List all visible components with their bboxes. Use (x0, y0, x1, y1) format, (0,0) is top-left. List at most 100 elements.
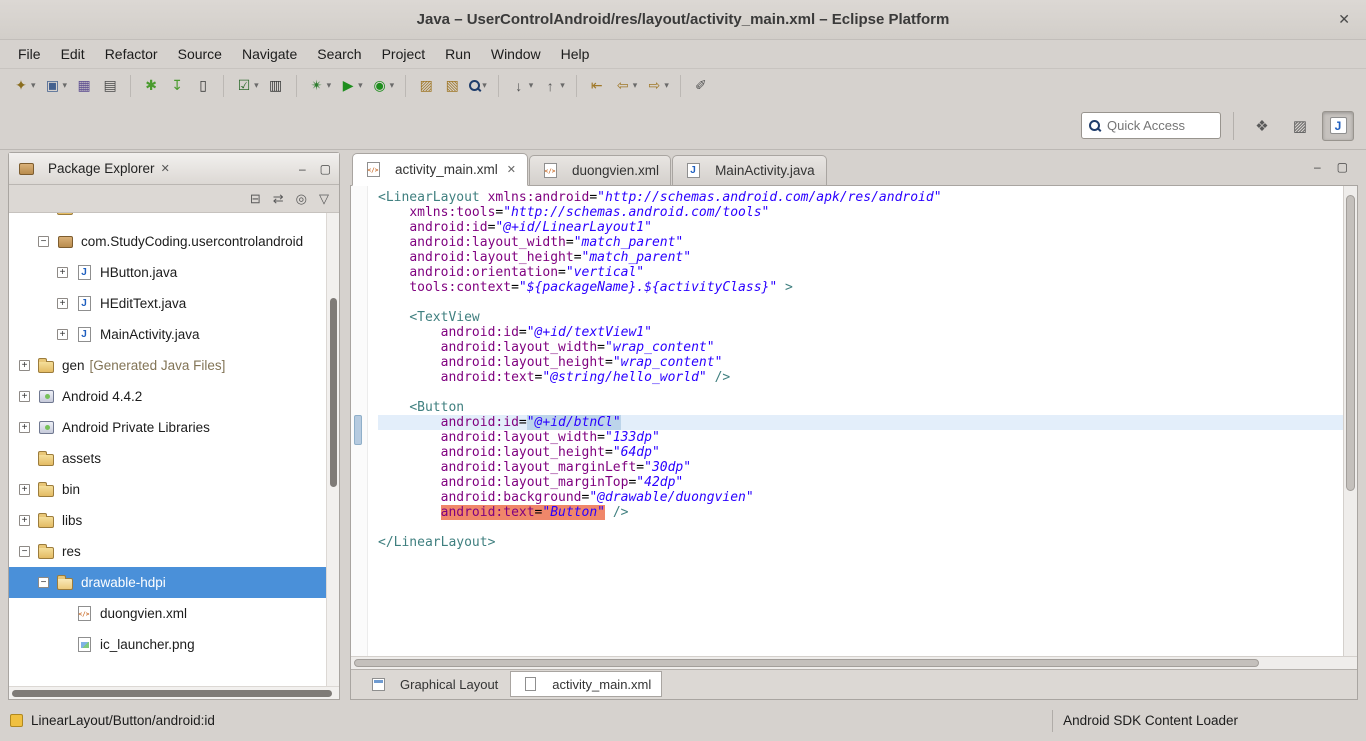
view-menu-icon[interactable]: ▽ (319, 191, 329, 207)
dropdown-arrow-icon[interactable]: ▾ (529, 80, 534, 91)
tree-item-drawable-hdpi[interactable]: − drawable-hdpi (9, 567, 339, 598)
expander-minus-icon[interactable]: − (38, 236, 49, 247)
last-edit-location-button[interactable]: ⇤ (585, 73, 609, 99)
editor-tab-mainactivity-java[interactable]: MainActivity.java (672, 155, 827, 185)
toggle-breakpoints-button[interactable]: ☑ ▾ (232, 73, 262, 99)
scrollbar-thumb[interactable] (1346, 195, 1355, 492)
tree-item-com-studycoding-usercontrolandroid[interactable]: − com.StudyCoding.usercontrolandroid (9, 226, 326, 257)
bottom-tab-activity-main-xml[interactable]: activity_main.xml (510, 671, 663, 697)
open-perspective-button[interactable]: ❖ (1246, 111, 1278, 141)
tree-item-label: res (62, 544, 81, 559)
quick-access-box[interactable] (1081, 112, 1221, 139)
print-button[interactable]: ▤ (98, 73, 122, 99)
tree-item-bin[interactable]: + bin (9, 474, 326, 505)
expander-plus-icon[interactable]: + (19, 484, 30, 495)
editor-maximize-icon[interactable]: ▢ (1337, 160, 1348, 174)
editor-tab-duongvien-xml[interactable]: duongvien.xml (529, 155, 672, 185)
quick-access-input[interactable] (1107, 118, 1213, 133)
resource-perspective-button[interactable]: ▨ (1284, 111, 1316, 141)
menu-help[interactable]: Help (551, 43, 600, 65)
run-button[interactable]: ▶ ▾ (336, 73, 366, 99)
scrollbar-thumb[interactable] (330, 298, 337, 488)
menu-project[interactable]: Project (372, 43, 436, 65)
expander-plus-icon[interactable]: + (19, 422, 30, 433)
tree-item-ic-launcher-png[interactable]: ic_launcher.png (9, 629, 326, 660)
new-android-application-button[interactable]: ✱ (139, 73, 163, 99)
tree-item-gen[interactable]: + gen [Generated Java Files] (9, 350, 326, 381)
new-task-button[interactable]: ▨ (414, 73, 438, 99)
expander-plus-icon[interactable]: + (19, 391, 30, 402)
android-sdk-manager-button[interactable]: ↧ (165, 73, 189, 99)
menu-source[interactable]: Source (168, 43, 232, 65)
dropdown-arrow-icon[interactable]: ▾ (63, 80, 68, 91)
close-tab-icon[interactable]: ✕ (507, 163, 516, 176)
dropdown-arrow-icon[interactable]: ▾ (31, 80, 36, 91)
search-button[interactable]: ▾ (466, 73, 490, 99)
debug-button[interactable]: ✴ ▾ (305, 73, 335, 99)
expander-plus-icon[interactable]: + (57, 329, 68, 340)
view-minimize-icon[interactable]: – (299, 162, 306, 176)
view-close-icon[interactable]: ✕ (161, 162, 170, 175)
menu-window[interactable]: Window (481, 43, 551, 65)
expander-plus-icon[interactable]: + (57, 267, 68, 278)
dropdown-arrow-icon[interactable]: ▾ (560, 80, 565, 91)
dropdown-arrow-icon[interactable]: ▾ (390, 80, 395, 91)
previous-annotation-button[interactable]: ↑ ▾ (538, 73, 568, 99)
tree-item-hedittext-java[interactable]: + HEditText.java (9, 288, 326, 319)
tree-item-libs[interactable]: + libs (9, 505, 326, 536)
menu-run[interactable]: Run (435, 43, 481, 65)
open-element-button[interactable]: ▧ (440, 73, 464, 99)
tree-horizontal-scrollbar[interactable] (9, 686, 339, 699)
tree-item-assets[interactable]: assets (9, 443, 326, 474)
next-annotation-button[interactable]: ↓ ▾ (507, 73, 537, 99)
dropdown-arrow-icon[interactable]: ▾ (633, 80, 638, 91)
editor-minimize-icon[interactable]: – (1314, 160, 1321, 174)
code-area[interactable]: <LinearLayout xmlns:android="http://sche… (368, 186, 1343, 656)
dropdown-arrow-icon[interactable]: ▾ (664, 80, 669, 91)
menu-file[interactable]: File (8, 43, 51, 65)
expander-plus-icon[interactable]: + (19, 360, 30, 371)
expander-minus-icon[interactable]: − (19, 546, 30, 557)
menu-navigate[interactable]: Navigate (232, 43, 307, 65)
dropdown-arrow-icon[interactable]: ▾ (254, 80, 259, 91)
save-button[interactable]: ▦ (72, 73, 96, 99)
tree-item-res[interactable]: − res (9, 536, 326, 567)
pin-editor-button[interactable]: ✐ (689, 73, 713, 99)
editor-tab-activity-main-xml[interactable]: activity_main.xml ✕ (352, 153, 528, 186)
expander-minus-icon[interactable]: − (38, 577, 49, 588)
back-button[interactable]: ⇦ ▾ (611, 73, 641, 99)
menu-refactor[interactable]: Refactor (95, 43, 168, 65)
focus-icon[interactable]: ◎ (296, 191, 307, 207)
expander-plus-icon[interactable]: + (19, 515, 30, 526)
new-wizard-button[interactable]: ✦ ▾ (9, 73, 39, 99)
tree-item-hbutton-java[interactable]: + HButton.java (9, 257, 326, 288)
tree-item-mainactivity-java[interactable]: + MainActivity.java (9, 319, 326, 350)
tree-item-partial[interactable]: − (9, 213, 326, 226)
tree-item-duongvien-xml[interactable]: duongvien.xml (9, 598, 326, 629)
editor-horizontal-scrollbar[interactable] (351, 656, 1357, 669)
run-external-tools-button[interactable]: ◉ ▾ (368, 73, 398, 99)
new-java-project-button[interactable]: ▣ ▾ (41, 73, 71, 99)
editor-vertical-scrollbar[interactable] (1343, 186, 1357, 656)
menu-search[interactable]: Search (307, 43, 371, 65)
bottom-tab-graphical-layout[interactable]: Graphical Layout (359, 672, 508, 698)
dropdown-arrow-icon[interactable]: ▾ (482, 80, 487, 91)
java-perspective-button[interactable]: J (1322, 110, 1354, 141)
scrollbar-thumb[interactable] (12, 690, 333, 697)
java-icon (75, 265, 93, 281)
scrollbar-thumb[interactable] (354, 659, 1260, 667)
menu-edit[interactable]: Edit (51, 43, 95, 65)
tree-item-android-4-4-2[interactable]: + Android 4.4.2 (9, 381, 326, 412)
android-virtual-device-manager-button[interactable]: ▯ (191, 73, 215, 99)
dropdown-arrow-icon[interactable]: ▾ (358, 80, 363, 91)
forward-button[interactable]: ⇨ ▾ (642, 73, 672, 99)
tree-vertical-scrollbar[interactable] (326, 213, 339, 686)
view-maximize-icon[interactable]: ▢ (320, 162, 331, 176)
window-close-icon[interactable]: ✕ (1338, 11, 1350, 28)
tree-item-android-private-libraries[interactable]: + Android Private Libraries (9, 412, 326, 443)
collapse-all-icon[interactable]: ⊟ (250, 191, 261, 207)
dropdown-arrow-icon[interactable]: ▾ (327, 80, 332, 91)
link-with-editor-icon[interactable]: ⇄ (273, 191, 284, 207)
expander-plus-icon[interactable]: + (57, 298, 68, 309)
device-monitor-button[interactable]: ▥ (264, 73, 288, 99)
